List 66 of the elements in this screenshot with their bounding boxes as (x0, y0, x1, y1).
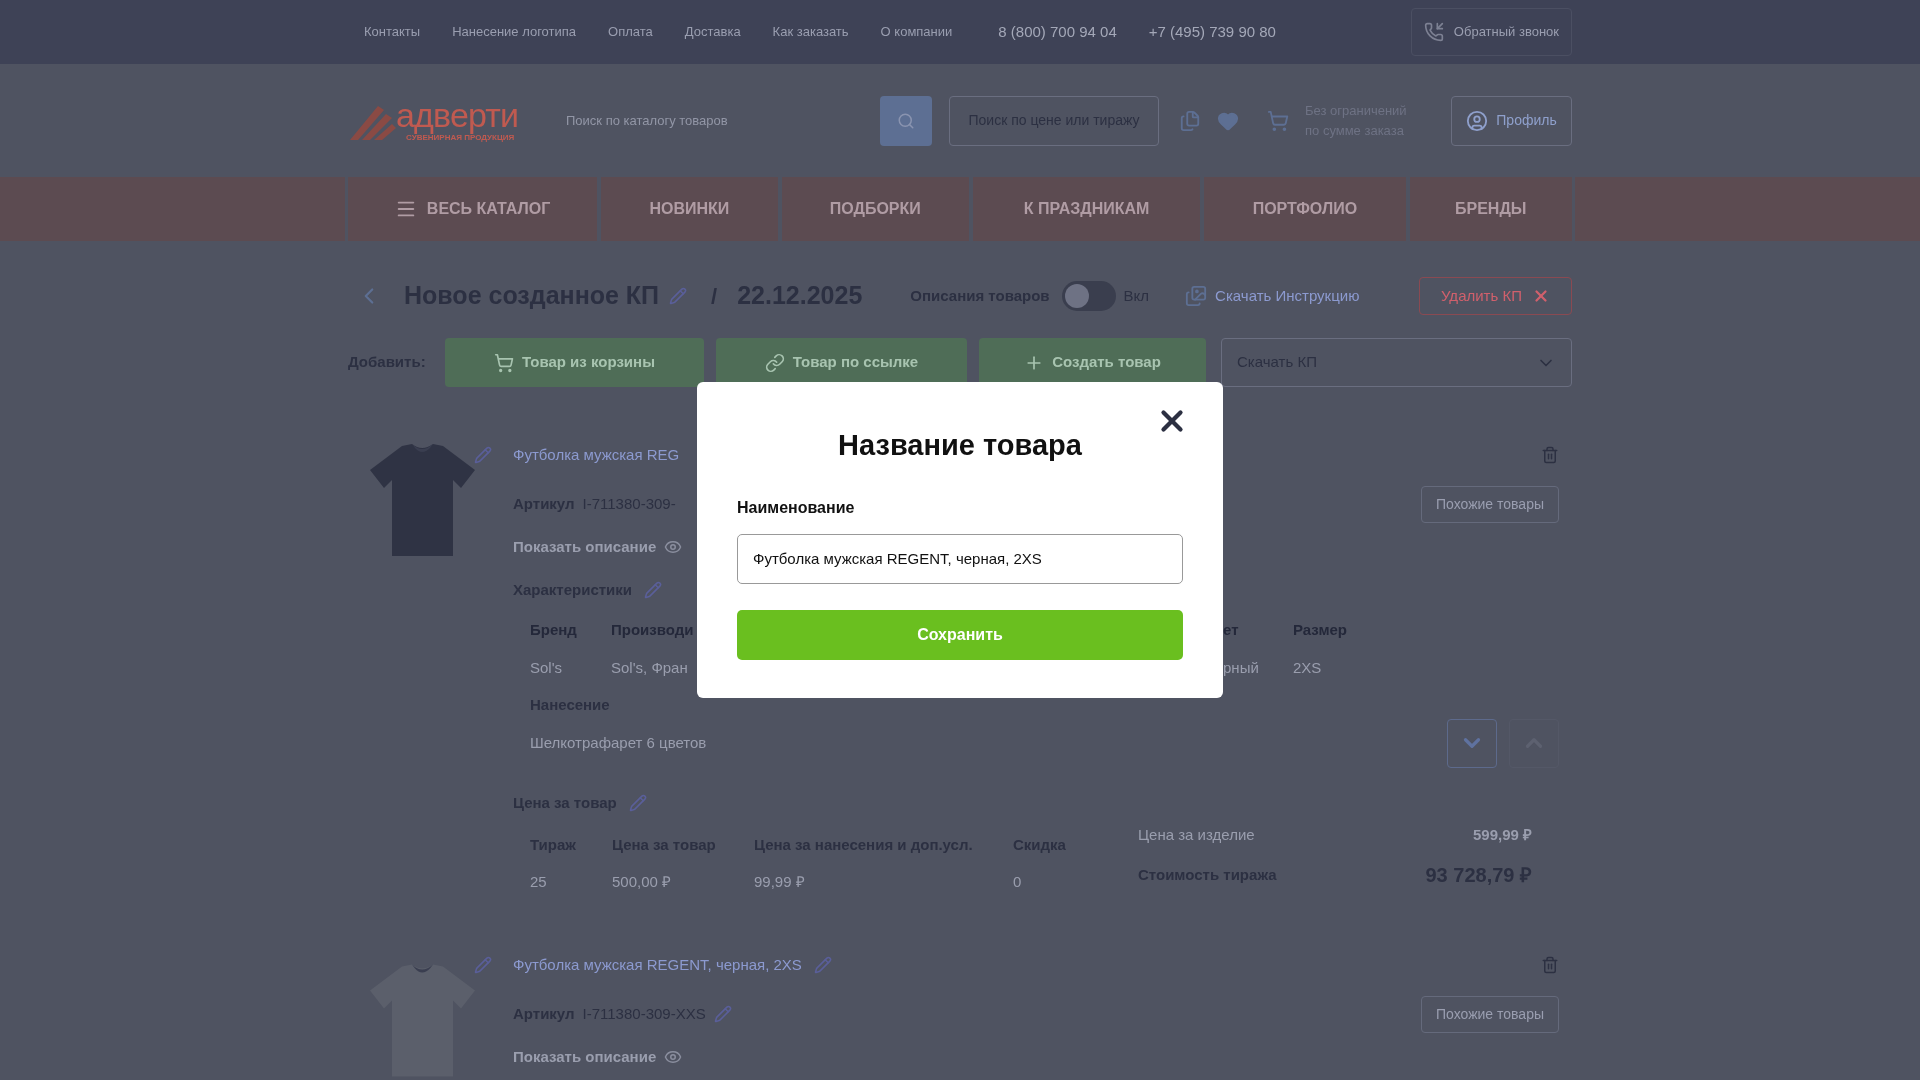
top-nav-link[interactable]: Оплата (608, 22, 653, 42)
spec-value: Sol's (530, 658, 563, 678)
top-nav-link[interactable]: Контакты (364, 22, 421, 42)
table-cell-text: 500,00 ₽ (612, 872, 672, 892)
top-nav-link[interactable]: Нанесение логотипа (452, 22, 577, 42)
title-separator: / (711, 282, 718, 311)
pencil-icon[interactable] (713, 1005, 732, 1023)
phone-number[interactable]: 8 (800) 700 94 04 (998, 20, 1117, 44)
table-cell-text: 25 (530, 872, 547, 892)
callback-button[interactable]: Обратный звонок (1410, 8, 1572, 56)
modal-title: Название товара (838, 428, 1082, 463)
cart-icon (494, 352, 515, 373)
add-product-button[interactable]: Товар из корзины (445, 338, 704, 387)
search-field[interactable]: Поиск по каталогу товаров (566, 95, 880, 146)
eye-icon[interactable] (664, 538, 683, 556)
move-down-button[interactable] (1447, 718, 1497, 768)
user-icon (1466, 109, 1489, 132)
top-nav-link[interactable]: Как заказать (772, 22, 849, 42)
trash-icon[interactable] (1541, 446, 1559, 464)
eye-icon[interactable] (664, 1048, 683, 1066)
nav-tab[interactable]: ПОДБОРКИ (781, 177, 969, 241)
top-nav-link[interactable]: О компании (880, 22, 953, 42)
pencil-icon[interactable] (644, 581, 663, 599)
files-icon[interactable] (1179, 109, 1201, 132)
table-cell-text: 0 (1013, 872, 1022, 892)
product-title-link[interactable]: Футболка мужская REGENT, черная, 2XS (513, 953, 802, 977)
similar-products-button[interactable]: Похожие товары (1421, 995, 1559, 1033)
pencil-icon[interactable] (474, 446, 492, 464)
show-description-link[interactable]: Показать описание (513, 535, 657, 559)
nav-tab[interactable]: НОВИНКИ (601, 177, 778, 241)
trash-icon[interactable] (1541, 956, 1559, 974)
table-cell-text: 99,99 ₽ (754, 872, 805, 892)
close-icon (1532, 287, 1550, 305)
top-nav-link[interactable]: Доставка (684, 22, 741, 42)
pencil-icon[interactable] (669, 287, 688, 305)
similar-products-button[interactable]: Похожие товары (1421, 485, 1559, 523)
nav-tab[interactable]: ВЕСЬ КАТАЛОГ (348, 177, 598, 241)
spec-value: 2XS (1293, 658, 1322, 678)
link-icon (764, 352, 785, 373)
toggle-switch[interactable] (1061, 281, 1116, 311)
search-icon (897, 111, 915, 130)
unit-price: 599,99 ₽ (1472, 824, 1532, 845)
input-field[interactable]: Футболка мужская REGENT, черная, 2XS (737, 533, 1183, 584)
field-label: Наименование (737, 498, 855, 516)
nav-tab[interactable]: БРЕНДЫ (1409, 177, 1572, 241)
nav-tab[interactable]: ПОРТФОЛИО (1204, 177, 1406, 241)
search-button[interactable] (880, 95, 932, 146)
phone-number[interactable]: +7 (495) 739 90 80 (1148, 20, 1276, 44)
delete-button[interactable]: Удалить КП (1419, 277, 1572, 315)
pencil-icon[interactable] (474, 956, 492, 974)
save-button[interactable]: Сохранить (737, 609, 1183, 660)
spec-value: рный (1223, 658, 1259, 678)
product-title-link[interactable]: Футболка мужская REG (513, 443, 680, 467)
spec-value: Шелкотрафарет 6 цветов (530, 732, 707, 753)
instruction-link[interactable]: Скачать Инструкцию (1215, 284, 1360, 308)
profile-button[interactable]: Профиль (1451, 95, 1572, 146)
cart-icon[interactable] (1267, 109, 1289, 132)
pencil-icon[interactable] (628, 794, 647, 812)
logo-text: адверти (396, 97, 519, 132)
spec-value: Sol's, Фран (611, 658, 688, 678)
show-description-link[interactable]: Показать описание (513, 1045, 657, 1069)
unit-price-label: Цена за изделие (1138, 824, 1255, 845)
pencil-icon[interactable] (813, 956, 832, 974)
phone-icon (1423, 22, 1444, 42)
images-icon[interactable] (1185, 285, 1208, 307)
nav-tab[interactable]: К ПРАЗДНИКАМ (972, 177, 1201, 241)
